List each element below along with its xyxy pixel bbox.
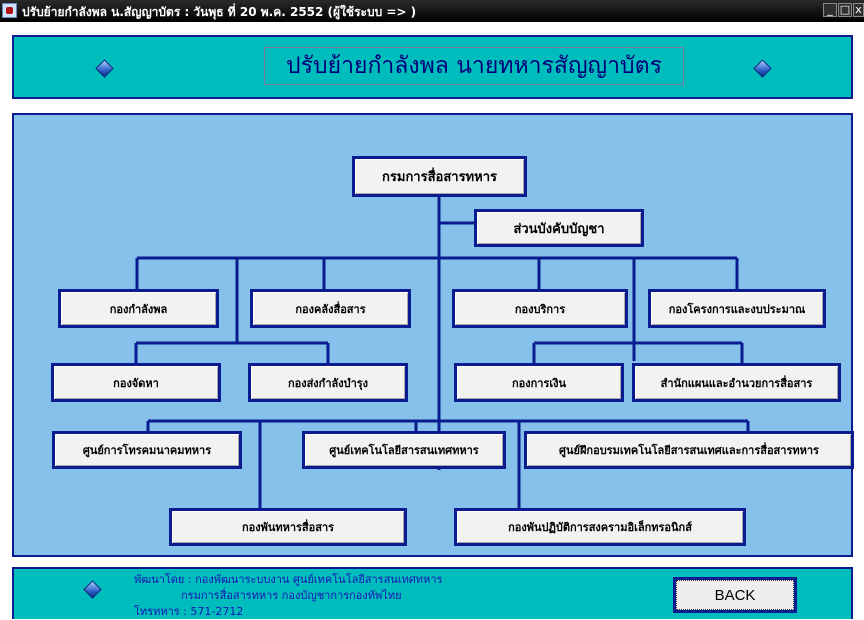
window-title-bar: ปรับย้ายกำลังพล น.สัญญาบัตร : วันพุธ ที่… [0,0,864,22]
minimize-button[interactable]: _ [823,3,837,17]
footer-phone: โทรทหาร : 571-2712 [134,605,244,618]
diamond-icon-left [95,59,114,78]
unit-planning-office-box[interactable]: สำนักแผนและอำนวยการสื่อสาร [632,363,841,402]
unit-supply-maintenance-box[interactable]: กองส่งกำลังบำรุง [248,363,408,402]
unit-telecom-center-label: ศูนย์การโทรคมนาคมทหาร [82,444,212,457]
unit-training-center-box[interactable]: ศูนย์ฝึกอบรมเทคโนโลยีสารสนเทศและการสื่อส… [524,431,854,469]
unit-it-center-box[interactable]: ศูนย์เทคโนโลยีสารสนเทศทหาร [302,431,506,469]
org-root-box[interactable]: กรมการสื่อสารทหาร [352,156,527,197]
unit-ew-battalion-box[interactable]: กองพันปฏิบัติการสงครามอิเล็กทรอนิกส์ [454,508,746,546]
unit-finance-box[interactable]: กองการเงิน [454,363,624,402]
header-panel: ปรับย้ายกำลังพล นายทหารสัญญาบัตร [12,35,853,99]
unit-signal-depot-label: กองคลังสื่อสาร [295,302,366,316]
unit-finance-label: กองการเงิน [511,376,567,390]
unit-signal-depot-box[interactable]: กองคลังสื่อสาร [250,289,411,328]
org-staff-label: ส่วนบังคับบัญชา [513,221,605,237]
unit-personnel-box[interactable]: กองกำลังพล [58,289,219,328]
org-chart-panel: กรมการสื่อสารทหาร ส่วนบังคับบัญชา กองกำล… [12,113,854,557]
unit-telecom-center-box[interactable]: ศูนย์การโทรคมนาคมทหาร [52,431,242,469]
unit-training-center-label: ศูนย์ฝึกอบรมเทคโนโลยีสารสนเทศและการสื่อส… [559,444,819,457]
unit-supply-maintenance-label: กองส่งกำลังบำรุง [287,376,369,390]
window-title: ปรับย้ายกำลังพล น.สัญญาบัตร : วันพุธ ที่… [22,5,417,19]
app-icon [2,3,17,18]
unit-planning-office-label: สำนักแผนและอำนวยการสื่อสาร [660,376,813,390]
unit-procurement-label: กองจัดหา [113,376,159,390]
unit-services-box[interactable]: กองบริการ [452,289,628,328]
unit-projects-budget-label: กองโครงการและงบประมาณ [668,302,806,316]
unit-signal-battalion-label: กองพันทหารสื่อสาร [241,521,335,534]
unit-signal-battalion-box[interactable]: กองพันทหารสื่อสาร [169,508,407,546]
unit-ew-battalion-label: กองพันปฏิบัติการสงครามอิเล็กทรอนิกส์ [508,521,692,534]
page-title-box: ปรับย้ายกำลังพล นายทหารสัญญาบัตร [264,47,684,85]
diamond-icon-right [753,59,772,78]
diamond-icon-footer [83,580,102,599]
back-button-label: BACK [714,586,756,604]
page-title: ปรับย้ายกำลังพล นายทหารสัญญาบัตร [286,53,662,79]
unit-projects-budget-box[interactable]: กองโครงการและงบประมาณ [648,289,826,328]
unit-it-center-label: ศูนย์เทคโนโลยีสารสนเทศทหาร [329,444,479,457]
close-button[interactable]: x [853,3,864,17]
back-button[interactable]: BACK [673,577,797,613]
unit-procurement-box[interactable]: กองจัดหา [51,363,221,402]
footer-panel: พัฒนาโดย : กองพัฒนาระบบงาน ศูนย์เทคโนโลย… [12,567,853,619]
unit-personnel-label: กองกำลังพล [109,302,168,316]
maximize-button[interactable]: □ [838,3,852,17]
org-staff-box[interactable]: ส่วนบังคับบัญชา [474,209,644,247]
unit-services-label: กองบริการ [514,302,566,316]
org-root-label: กรมการสื่อสารทหาร [382,170,497,185]
